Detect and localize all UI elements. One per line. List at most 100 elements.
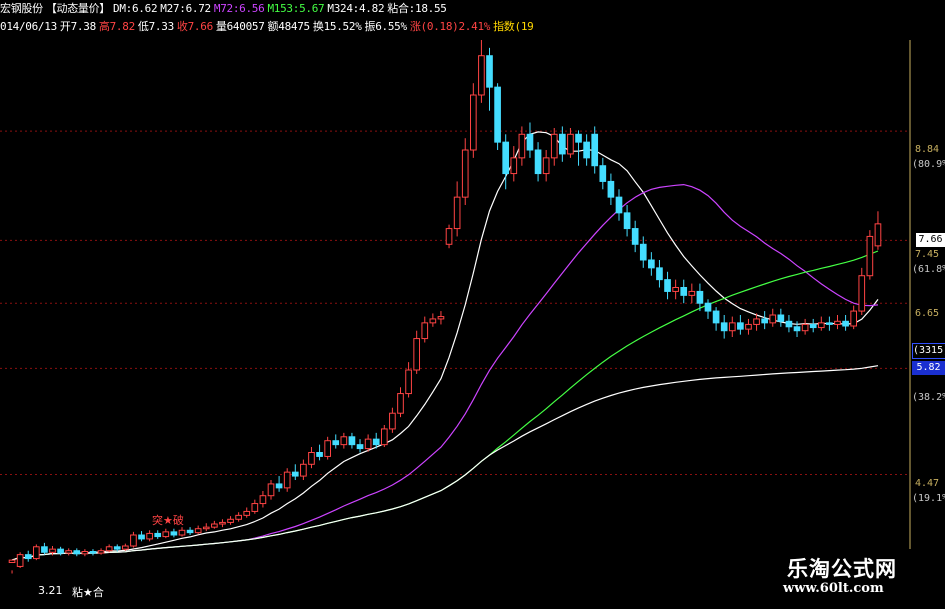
candle-body-60: [494, 86, 501, 143]
candle-body-65: [534, 149, 542, 175]
candle-body-99: [809, 323, 817, 329]
candle-body-1: [16, 554, 24, 567]
candle-body-68: [559, 133, 566, 155]
header-item-5: M153:5.67: [267, 2, 325, 15]
quote-item-7: 换15.52%: [312, 20, 362, 33]
candle-body-51: [421, 322, 429, 340]
watermark: 乐淘公式网 www.60lt.com: [757, 549, 945, 609]
candle-body-27: [227, 518, 234, 523]
breakout-label: 突★破: [152, 514, 184, 527]
candle-body-82: [672, 287, 679, 292]
candle-body-66: [542, 157, 550, 175]
candle-1: [16, 552, 24, 568]
header-item-3: M27:6.72: [160, 2, 211, 15]
ypct-191: (19.1%): [912, 493, 945, 504]
candle-body-30: [251, 503, 259, 512]
candle-body-56: [461, 149, 469, 198]
candle-body-81: [664, 279, 671, 292]
candle-body-32: [267, 483, 275, 497]
glue-label: 粘★合: [72, 586, 104, 599]
candle-body-98: [801, 323, 809, 332]
candle-3: [32, 544, 40, 561]
candle-body-100: [817, 322, 825, 329]
ytick-447: 4.47: [915, 478, 940, 489]
candle-body-61: [502, 141, 510, 175]
header-item-7: 粘合:18.55: [387, 2, 447, 15]
candle-body-46: [380, 428, 388, 446]
candle-body-34: [283, 471, 291, 489]
candle-body-17: [146, 532, 153, 540]
candle-body-84: [688, 290, 696, 296]
candle-body-11: [97, 550, 105, 554]
candle-body-76: [623, 212, 631, 230]
candle-body-85: [696, 290, 704, 304]
ytick-745: 7.45: [915, 249, 940, 260]
candle-body-102: [834, 320, 841, 325]
candle-body-86: [704, 302, 712, 312]
candle-body-103: [842, 320, 849, 327]
candle-body-95: [777, 314, 785, 322]
candle-body-80: [656, 267, 663, 281]
quote-item-3: 低7.33: [137, 20, 174, 33]
candle-body-9: [81, 551, 89, 555]
candle-body-50: [413, 338, 421, 371]
candle-body-87: [712, 310, 720, 324]
candle-body-83: [680, 287, 688, 296]
candle-body-47: [389, 412, 396, 430]
quote-item-0: 014/06/13: [0, 20, 57, 33]
current-price-tag: 7.66: [916, 233, 945, 247]
quote-item-8: 振6.55%: [364, 20, 408, 33]
candle-body-93: [761, 318, 768, 324]
candle-body-69: [567, 133, 574, 155]
candle-body-18: [154, 532, 162, 538]
candle-body-101: [826, 322, 833, 325]
candle-body-97: [793, 326, 801, 332]
candle-body-29: [243, 510, 251, 516]
kline-chart: [0, 0, 945, 609]
candle-body-45: [372, 438, 380, 446]
candle-body-0: [8, 559, 16, 564]
candle-body-92: [753, 318, 760, 325]
candle-body-67: [550, 133, 558, 159]
candle-body-28: [235, 514, 242, 520]
candle-body-105: [858, 275, 866, 312]
ypct-618: (61.8%): [912, 264, 945, 275]
candle-body-49: [405, 369, 412, 395]
candle-body-24: [202, 526, 210, 530]
candle-body-43: [356, 444, 364, 450]
candle-body-62: [510, 157, 518, 175]
ytick-582: 5.82: [912, 361, 945, 375]
candle-body-2: [24, 554, 32, 560]
candle-body-41: [340, 436, 348, 446]
quote-item-4: 收7.66: [176, 20, 213, 33]
header-row-1: 宏钢股份 【动态量价】 DM:6.62 M27:6.72 M72:6.56 M153:5.…: [0, 0, 535, 18]
candle-body-4: [41, 546, 48, 553]
candle-body-53: [437, 316, 445, 320]
candle-60: [494, 83, 501, 150]
candle-body-104: [850, 310, 858, 327]
candle-body-7: [65, 550, 73, 554]
ypct-382: (38.2%): [912, 392, 945, 403]
candle-body-38: [316, 452, 323, 457]
candle-body-33: [275, 483, 283, 489]
quote-item-1: 开7.38: [59, 20, 96, 33]
candle-body-26: [219, 521, 226, 525]
candle-body-55: [453, 196, 461, 230]
header-item-6: M324:4.82: [327, 2, 385, 15]
header-item-4: M72:6.56: [213, 2, 265, 15]
candle-body-107: [874, 223, 882, 247]
quote-item-6: 额48475: [267, 20, 311, 33]
candle-body-25: [211, 523, 218, 528]
candle-body-35: [291, 471, 299, 477]
candle-body-54: [445, 228, 453, 245]
candle-body-74: [607, 180, 615, 198]
candle-body-94: [769, 314, 777, 324]
candle-body-48: [397, 393, 404, 414]
candle-body-42: [348, 436, 356, 446]
candle-body-37: [308, 452, 315, 465]
quote-item-2: 高7.82: [98, 20, 135, 33]
candle-body-72: [591, 133, 599, 167]
candle-106: [866, 230, 874, 280]
candle-body-13: [113, 546, 121, 550]
header-item-1: 【动态量价】: [45, 2, 111, 15]
